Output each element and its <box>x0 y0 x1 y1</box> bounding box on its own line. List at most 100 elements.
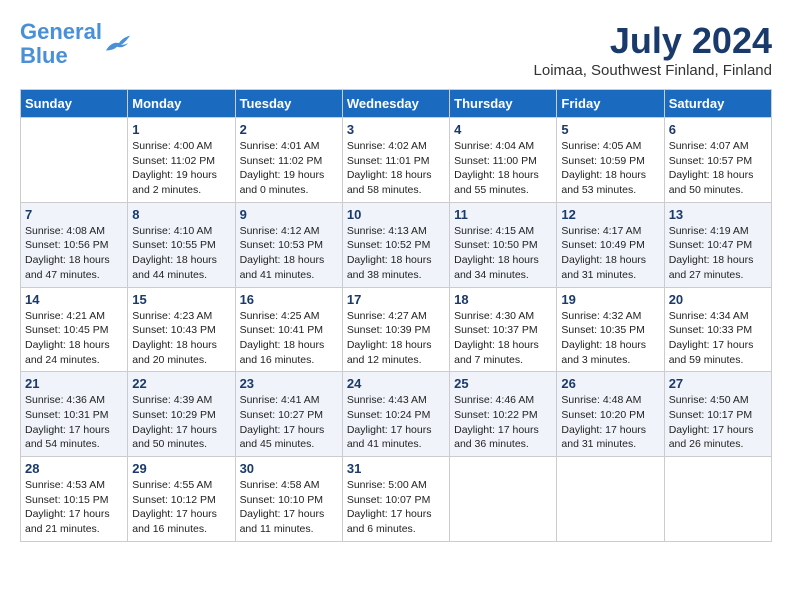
weekday-header-sunday: Sunday <box>21 90 128 118</box>
day-number: 20 <box>669 292 767 307</box>
day-info: Sunrise: 4:43 AM Sunset: 10:24 PM Daylig… <box>347 393 445 452</box>
calendar-cell: 3 Sunrise: 4:02 AM Sunset: 11:01 PM Dayli… <box>342 118 449 203</box>
weekday-header-saturday: Saturday <box>664 90 771 118</box>
day-number: 3 <box>347 122 445 137</box>
calendar-cell: 30 Sunrise: 4:58 AM Sunset: 10:10 PM Dayl… <box>235 457 342 542</box>
calendar-cell: 8 Sunrise: 4:10 AM Sunset: 10:55 PM Dayli… <box>128 202 235 287</box>
calendar-cell: 20 Sunrise: 4:34 AM Sunset: 10:33 PM Dayl… <box>664 287 771 372</box>
calendar-cell: 9 Sunrise: 4:12 AM Sunset: 10:53 PM Dayli… <box>235 202 342 287</box>
day-number: 9 <box>240 207 338 222</box>
calendar-cell: 23 Sunrise: 4:41 AM Sunset: 10:27 PM Dayl… <box>235 372 342 457</box>
week-row-5: 28 Sunrise: 4:53 AM Sunset: 10:15 PM Dayl… <box>21 457 772 542</box>
day-number: 10 <box>347 207 445 222</box>
calendar-cell <box>664 457 771 542</box>
day-info: Sunrise: 4:15 AM Sunset: 10:50 PM Daylig… <box>454 224 552 283</box>
day-info: Sunrise: 4:08 AM Sunset: 10:56 PM Daylig… <box>25 224 123 283</box>
day-number: 2 <box>240 122 338 137</box>
title-section: July 2024 Loimaa, Southwest Finland, Fin… <box>534 20 772 79</box>
day-info: Sunrise: 4:34 AM Sunset: 10:33 PM Daylig… <box>669 309 767 368</box>
day-number: 4 <box>454 122 552 137</box>
day-number: 11 <box>454 207 552 222</box>
calendar-cell: 29Sunrise: 4:55 AM Sunset: 10:12 PM Dayl… <box>128 457 235 542</box>
calendar-cell: 2Sunrise: 4:01 AM Sunset: 11:02 PM Dayli… <box>235 118 342 203</box>
calendar-cell: 22 Sunrise: 4:39 AM Sunset: 10:29 PM Dayl… <box>128 372 235 457</box>
day-info: Sunrise: 4:50 AM Sunset: 10:17 PM Daylig… <box>669 393 767 452</box>
day-number: 23 <box>240 376 338 391</box>
weekday-header-row: SundayMondayTuesdayWednesdayThursdayFrid… <box>21 90 772 118</box>
day-number: 14 <box>25 292 123 307</box>
calendar-cell: 24 Sunrise: 4:43 AM Sunset: 10:24 PM Dayl… <box>342 372 449 457</box>
day-info: Sunrise: 4:07 AM Sunset: 10:57 PM Daylig… <box>669 139 767 198</box>
day-info: Sunrise: 4:27 AM Sunset: 10:39 PM Daylig… <box>347 309 445 368</box>
day-number: 16 <box>240 292 338 307</box>
day-info: Sunrise: 4:48 AM Sunset: 10:20 PM Daylig… <box>561 393 659 452</box>
day-number: 5 <box>561 122 659 137</box>
day-number: 13 <box>669 207 767 222</box>
calendar-cell: 6 Sunrise: 4:07 AM Sunset: 10:57 PM Dayli… <box>664 118 771 203</box>
day-info: Sunrise: 4:58 AM Sunset: 10:10 PM Daylig… <box>240 478 338 537</box>
calendar-cell: 16 Sunrise: 4:25 AM Sunset: 10:41 PM Dayl… <box>235 287 342 372</box>
calendar-cell: 5 Sunrise: 4:05 AM Sunset: 10:59 PM Dayli… <box>557 118 664 203</box>
calendar-cell <box>450 457 557 542</box>
calendar-cell: 19 Sunrise: 4:32 AM Sunset: 10:35 PM Dayl… <box>557 287 664 372</box>
day-number: 1 <box>132 122 230 137</box>
week-row-3: 14 Sunrise: 4:21 AM Sunset: 10:45 PM Dayl… <box>21 287 772 372</box>
day-number: 19 <box>561 292 659 307</box>
day-info: Sunrise: 4:19 AM Sunset: 10:47 PM Daylig… <box>669 224 767 283</box>
day-number: 24 <box>347 376 445 391</box>
day-info: Sunrise: 4:53 AM Sunset: 10:15 PM Daylig… <box>25 478 123 537</box>
weekday-header-tuesday: Tuesday <box>235 90 342 118</box>
calendar-cell <box>557 457 664 542</box>
calendar-cell: 21Sunrise: 4:36 AM Sunset: 10:31 PM Dayl… <box>21 372 128 457</box>
calendar-table: SundayMondayTuesdayWednesdayThursdayFrid… <box>20 89 772 542</box>
calendar-cell: 18Sunrise: 4:30 AM Sunset: 10:37 PM Dayl… <box>450 287 557 372</box>
calendar-cell: 13 Sunrise: 4:19 AM Sunset: 10:47 PM Dayl… <box>664 202 771 287</box>
day-number: 29 <box>132 461 230 476</box>
day-info: Sunrise: 4:25 AM Sunset: 10:41 PM Daylig… <box>240 309 338 368</box>
calendar-cell <box>21 118 128 203</box>
weekday-header-wednesday: Wednesday <box>342 90 449 118</box>
day-info: Sunrise: 4:32 AM Sunset: 10:35 PM Daylig… <box>561 309 659 368</box>
calendar-cell: 27Sunrise: 4:50 AM Sunset: 10:17 PM Dayl… <box>664 372 771 457</box>
day-number: 6 <box>669 122 767 137</box>
day-info: Sunrise: 4:41 AM Sunset: 10:27 PM Daylig… <box>240 393 338 452</box>
calendar-cell: 10 Sunrise: 4:13 AM Sunset: 10:52 PM Dayl… <box>342 202 449 287</box>
calendar-cell: 7 Sunrise: 4:08 AM Sunset: 10:56 PM Dayli… <box>21 202 128 287</box>
day-number: 8 <box>132 207 230 222</box>
day-info: Sunrise: 4:04 AM Sunset: 11:00 PM Daylig… <box>454 139 552 198</box>
day-number: 26 <box>561 376 659 391</box>
day-info: Sunrise: 4:02 AM Sunset: 11:01 PM Daylig… <box>347 139 445 198</box>
day-number: 7 <box>25 207 123 222</box>
day-number: 15 <box>132 292 230 307</box>
day-info: Sunrise: 4:39 AM Sunset: 10:29 PM Daylig… <box>132 393 230 452</box>
week-row-1: 1Sunrise: 4:00 AM Sunset: 11:02 PM Dayli… <box>21 118 772 203</box>
page-header: General Blue July 2024 Loimaa, Southwest… <box>20 20 772 79</box>
day-number: 28 <box>25 461 123 476</box>
logo: General Blue <box>20 20 132 68</box>
day-info: Sunrise: 4:13 AM Sunset: 10:52 PM Daylig… <box>347 224 445 283</box>
calendar-cell: 4 Sunrise: 4:04 AM Sunset: 11:00 PM Dayli… <box>450 118 557 203</box>
calendar-cell: 1Sunrise: 4:00 AM Sunset: 11:02 PM Dayli… <box>128 118 235 203</box>
day-info: Sunrise: 4:12 AM Sunset: 10:53 PM Daylig… <box>240 224 338 283</box>
location-text: Loimaa, Southwest Finland, Finland <box>534 62 772 79</box>
day-number: 12 <box>561 207 659 222</box>
day-info: Sunrise: 4:21 AM Sunset: 10:45 PM Daylig… <box>25 309 123 368</box>
day-number: 31 <box>347 461 445 476</box>
calendar-cell: 14 Sunrise: 4:21 AM Sunset: 10:45 PM Dayl… <box>21 287 128 372</box>
calendar-cell: 15Sunrise: 4:23 AM Sunset: 10:43 PM Dayl… <box>128 287 235 372</box>
weekday-header-thursday: Thursday <box>450 90 557 118</box>
calendar-cell: 11 Sunrise: 4:15 AM Sunset: 10:50 PM Dayl… <box>450 202 557 287</box>
day-info: Sunrise: 4:46 AM Sunset: 10:22 PM Daylig… <box>454 393 552 452</box>
day-info: Sunrise: 5:00 AM Sunset: 10:07 PM Daylig… <box>347 478 445 537</box>
day-number: 21 <box>25 376 123 391</box>
day-number: 30 <box>240 461 338 476</box>
logo-bird-icon <box>104 33 132 55</box>
day-number: 22 <box>132 376 230 391</box>
calendar-cell: 31 Sunrise: 5:00 AM Sunset: 10:07 PM Dayl… <box>342 457 449 542</box>
week-row-4: 21Sunrise: 4:36 AM Sunset: 10:31 PM Dayl… <box>21 372 772 457</box>
day-info: Sunrise: 4:05 AM Sunset: 10:59 PM Daylig… <box>561 139 659 198</box>
day-number: 25 <box>454 376 552 391</box>
calendar-cell: 17Sunrise: 4:27 AM Sunset: 10:39 PM Dayl… <box>342 287 449 372</box>
day-number: 18 <box>454 292 552 307</box>
day-info: Sunrise: 4:10 AM Sunset: 10:55 PM Daylig… <box>132 224 230 283</box>
